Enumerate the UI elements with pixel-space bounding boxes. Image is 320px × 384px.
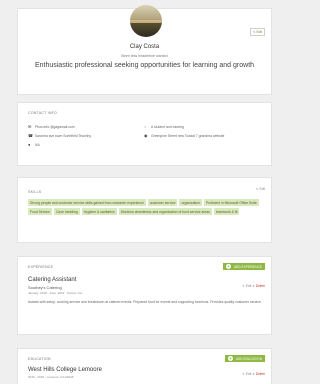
education-school: West Hills College Lemoore: [28, 367, 102, 373]
profile-edit-button[interactable]: ✎ Edit: [249, 28, 265, 36]
skill-chip: Cash handling: [53, 208, 80, 215]
add-experience-button[interactable]: + ADD EXPERIENCE: [222, 263, 265, 270]
skill-chip: Monitors cleanliness and organization of…: [118, 208, 212, 215]
experience-meta: January, 2019 - June, 2019 · Fresno, CA: [28, 291, 83, 295]
avatar[interactable]: [130, 5, 162, 37]
skill-chip: organization: [179, 199, 202, 206]
contact-phone: Saranha ave town Sorthfield Teachhy: [35, 134, 92, 138]
education-edit-button[interactable]: ✎ Edit: [242, 372, 251, 376]
skill-chip: customer service: [147, 199, 178, 206]
globe-icon: ◉: [144, 133, 148, 138]
add-experience-label: ADD EXPERIENCE: [233, 264, 262, 269]
contact-extra: NA: [35, 143, 40, 147]
contact-email[interactable]: Phos.info.@gagamail.com: [35, 125, 75, 129]
education-card: EDUCATION + ADD EDUCATION West Hills Col…: [17, 348, 272, 384]
skills-section-title: SKILLS: [28, 190, 42, 194]
experience-edit-button[interactable]: ✎ Edit: [242, 284, 251, 288]
skills-edit-button[interactable]: ✎ Edit: [256, 187, 265, 191]
contact-phone-row: ☎ Saranha ave town Sorthfield Teachhy: [28, 133, 92, 139]
profile-name: Clay Costa: [129, 44, 160, 50]
experience-company: Southey's Catering: [28, 285, 62, 290]
skill-chip: Hygiene & sanitation: [81, 208, 117, 215]
experience-title: Catering Assistant: [28, 277, 77, 283]
experience-card: EXPERIENCE + ADD EXPERIENCE Catering Ass…: [17, 256, 272, 335]
education-actions: ✎ Edit ✕ Delete: [242, 372, 265, 376]
add-education-button[interactable]: + ADD EDUCATION: [224, 355, 265, 362]
skill-chip: Strong people and customer service skill…: [28, 199, 146, 206]
education-meta: 2015 - 2019 · Lemoore, CA 93245: [28, 375, 74, 379]
location-icon: ◌: [144, 124, 147, 129]
profile-subtitle: Been less headerline wanted: [121, 54, 168, 58]
add-education-label: ADD EDUCATION: [235, 356, 262, 361]
experience-actions: ✎ Edit ✕ Delete: [242, 284, 265, 288]
contact-address: Greenpine Street new Toadal 7 grandma we…: [151, 134, 225, 138]
plus-icon: +: [225, 264, 231, 269]
profile-headline: Enthusiastic professional seeking opport…: [34, 62, 255, 69]
skill-chip: Proficient in Microsoft Office Suite: [203, 199, 259, 206]
skill-chip: teamwork & fit: [213, 208, 240, 215]
skill-chip: Food Service: [28, 208, 52, 215]
contact-location: A student and tutoring: [151, 125, 184, 129]
education-delete-button[interactable]: ✕ Delete: [252, 372, 265, 376]
experience-delete-button[interactable]: ✕ Delete: [252, 284, 265, 288]
experience-section-title: EXPERIENCE: [28, 265, 54, 269]
phone-icon: ☎: [28, 133, 33, 138]
contact-location-row: ◌ A student and tutoring: [144, 124, 184, 130]
plus-icon: +: [227, 356, 233, 361]
email-icon: ✉: [28, 124, 32, 129]
skills-card: SKILLS ✎ Edit Strong people and customer…: [17, 177, 272, 243]
contact-extra-row: ● NA: [28, 142, 40, 148]
contact-card: CONTACT INFO ✉ Phos.info.@gagamail.com ☎…: [17, 102, 272, 166]
pin-icon: ●: [28, 142, 31, 147]
skills-list: Strong people and customer service skill…: [28, 199, 264, 215]
experience-description: Assists with setup, cooking service and …: [28, 300, 262, 304]
education-section-title: EDUCATION: [28, 357, 51, 361]
contact-section-title: CONTACT INFO: [28, 111, 58, 115]
contact-email-row: ✉ Phos.info.@gagamail.com: [28, 124, 75, 130]
contact-address-row: ◉ Greenpine Street new Toadal 7 grandma …: [144, 133, 225, 139]
profile-card: ✎ Edit Clay Costa Been less headerline w…: [17, 5, 272, 95]
